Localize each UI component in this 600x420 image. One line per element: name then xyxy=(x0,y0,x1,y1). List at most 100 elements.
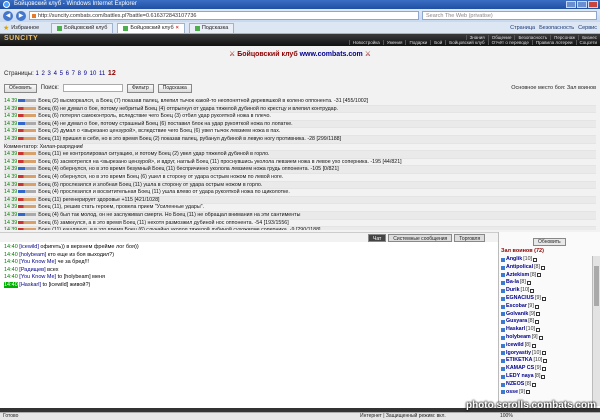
page-link[interactable]: 5 xyxy=(60,71,63,77)
tools-menu[interactable]: Сервис xyxy=(578,25,597,31)
minimize-button[interactable] xyxy=(566,1,576,8)
log-search-input[interactable] xyxy=(62,84,123,92)
player-item[interactable]: NZEOS [8] xyxy=(501,381,587,389)
player-item[interactable]: Igoryastiy [10] xyxy=(501,350,587,358)
hint-button[interactable]: Подсказка xyxy=(157,83,192,93)
page-link[interactable]: 6 xyxy=(66,71,69,77)
chat-nick[interactable]: [holybeam] xyxy=(19,252,46,258)
info-icon[interactable] xyxy=(535,320,540,325)
page-link[interactable]: 7 xyxy=(72,71,75,77)
player-nick[interactable]: Aztekism xyxy=(506,272,529,280)
security-menu[interactable]: Безопасность xyxy=(539,25,574,31)
site-link[interactable]: www.combats.com xyxy=(300,51,363,58)
chat-nick[interactable]: [icewild] xyxy=(19,244,39,250)
page-link[interactable]: 9 xyxy=(84,71,87,77)
info-icon[interactable] xyxy=(525,390,530,395)
info-icon[interactable] xyxy=(543,359,548,364)
player-list-scrollbar[interactable] xyxy=(592,256,600,406)
page-link[interactable]: 4 xyxy=(54,71,57,77)
player-nick[interactable]: Escobar xyxy=(506,303,527,311)
player-nick[interactable]: Antipolical xyxy=(506,264,533,272)
back-button[interactable]: ◀ xyxy=(3,10,13,21)
player-nick[interactable]: Igoryastiy xyxy=(506,350,531,358)
page-link[interactable]: 8 xyxy=(78,71,81,77)
url-field[interactable]: http://suncity.combats.com/battles.pl?ba… xyxy=(29,11,419,20)
page-link[interactable]: 1 xyxy=(36,71,39,77)
page-link[interactable]: 2 xyxy=(42,71,45,77)
chat-nick[interactable]: [You Know Me] xyxy=(19,274,56,280)
player-item[interactable]: LEDY naya [8] xyxy=(501,373,587,381)
chat-time[interactable]: 14:40 xyxy=(4,244,18,250)
player-nick[interactable]: osse xyxy=(506,389,518,397)
page-menu[interactable]: Страница xyxy=(510,25,535,31)
forward-button[interactable]: ▶ xyxy=(16,10,26,21)
filter-button[interactable]: Фильтр xyxy=(126,83,154,93)
menu-item[interactable]: Бойцовский клуб xyxy=(445,40,487,45)
info-icon[interactable] xyxy=(530,289,535,294)
chat-time[interactable]: 14:40 xyxy=(4,267,18,273)
player-nick[interactable]: Gusyara xyxy=(506,318,527,326)
menu-item[interactable]: Отчёт о переводе xyxy=(487,40,532,45)
info-icon[interactable] xyxy=(540,265,545,270)
info-icon[interactable] xyxy=(541,296,546,301)
info-icon[interactable] xyxy=(534,304,539,309)
info-icon[interactable] xyxy=(531,343,536,348)
player-nick[interactable]: LEDY naya xyxy=(506,373,534,381)
info-icon[interactable] xyxy=(541,374,546,379)
player-item[interactable]: Haskarl [10] xyxy=(501,326,587,334)
zoom-level[interactable]: 100% xyxy=(500,413,513,420)
tab-hint[interactable]: Подсказка xyxy=(188,22,235,33)
favorites-button[interactable]: ★ Избранное xyxy=(3,24,39,32)
player-nick[interactable]: Durik xyxy=(506,287,520,295)
search-input[interactable]: Search The Web (privatise) xyxy=(422,11,597,20)
online-refresh-button[interactable]: Обновить xyxy=(533,238,566,246)
chat-nick[interactable]: [Haskarl] xyxy=(19,282,41,288)
player-item[interactable]: Escobar [9] xyxy=(501,303,587,311)
tab-chat[interactable]: Чат xyxy=(368,234,387,242)
tab-fight-1[interactable]: Бойцовский клуб xyxy=(51,22,114,33)
player-nick[interactable]: ETIKETKA xyxy=(506,357,533,365)
page-link[interactable]: 10 xyxy=(90,71,97,77)
chat-nick[interactable]: [Радищев] xyxy=(19,267,45,273)
info-icon[interactable] xyxy=(541,351,546,356)
close-button[interactable] xyxy=(588,1,598,8)
player-item[interactable]: Antipolical [8] xyxy=(501,264,587,272)
player-nick[interactable]: KAMAP CS xyxy=(506,365,534,373)
info-icon[interactable] xyxy=(532,382,537,387)
info-icon[interactable] xyxy=(538,335,543,340)
player-item[interactable]: KAMAP CS [9] xyxy=(501,365,587,373)
player-item[interactable]: Gusyara [8] xyxy=(501,318,587,326)
info-icon[interactable] xyxy=(537,273,542,278)
menu-item[interactable]: Соцсети xyxy=(575,40,600,45)
info-icon[interactable] xyxy=(526,281,531,286)
info-icon[interactable] xyxy=(536,328,540,333)
player-nick[interactable]: NZEOS xyxy=(506,381,524,389)
menu-item[interactable]: Подарки xyxy=(405,40,430,45)
info-icon[interactable] xyxy=(536,312,541,317)
player-item[interactable]: icewild [8] xyxy=(501,342,587,350)
player-nick[interactable]: EGNACIUS xyxy=(506,295,534,303)
player-nick[interactable]: holybeam xyxy=(506,334,531,342)
tab-fight-2[interactable]: Бойцовский клуб × xyxy=(117,22,185,33)
menu-item[interactable]: Правила лотереи xyxy=(531,40,576,45)
info-icon[interactable] xyxy=(533,257,538,262)
player-nick[interactable]: Haskarl xyxy=(506,326,525,334)
player-item[interactable]: Aztekism [8] xyxy=(501,272,587,280)
player-nick[interactable]: Anglik xyxy=(506,256,522,264)
chat-time[interactable]: 14:40 xyxy=(4,281,18,288)
page-link[interactable]: 3 xyxy=(48,71,51,77)
player-nick[interactable]: Ba-la xyxy=(506,279,519,287)
close-tab-icon[interactable]: × xyxy=(176,23,179,33)
menu-item[interactable]: Бой xyxy=(430,40,445,45)
info-icon[interactable] xyxy=(542,367,547,372)
scroll-thumb[interactable] xyxy=(594,266,599,306)
chat-nick[interactable]: [You Know Me] xyxy=(19,259,56,265)
player-nick[interactable]: icewild xyxy=(506,342,524,350)
player-item[interactable]: osse [9] xyxy=(501,389,587,397)
player-nick[interactable]: Golvanik xyxy=(506,311,528,319)
chat-time[interactable]: 14:40 xyxy=(4,259,18,265)
tab-system[interactable]: Системные сообщения xyxy=(388,234,453,242)
chat-time[interactable]: 14:40 xyxy=(4,252,18,258)
menu-item[interactable]: Новостройка xyxy=(348,40,383,45)
refresh-button[interactable]: Обновить xyxy=(4,83,37,93)
